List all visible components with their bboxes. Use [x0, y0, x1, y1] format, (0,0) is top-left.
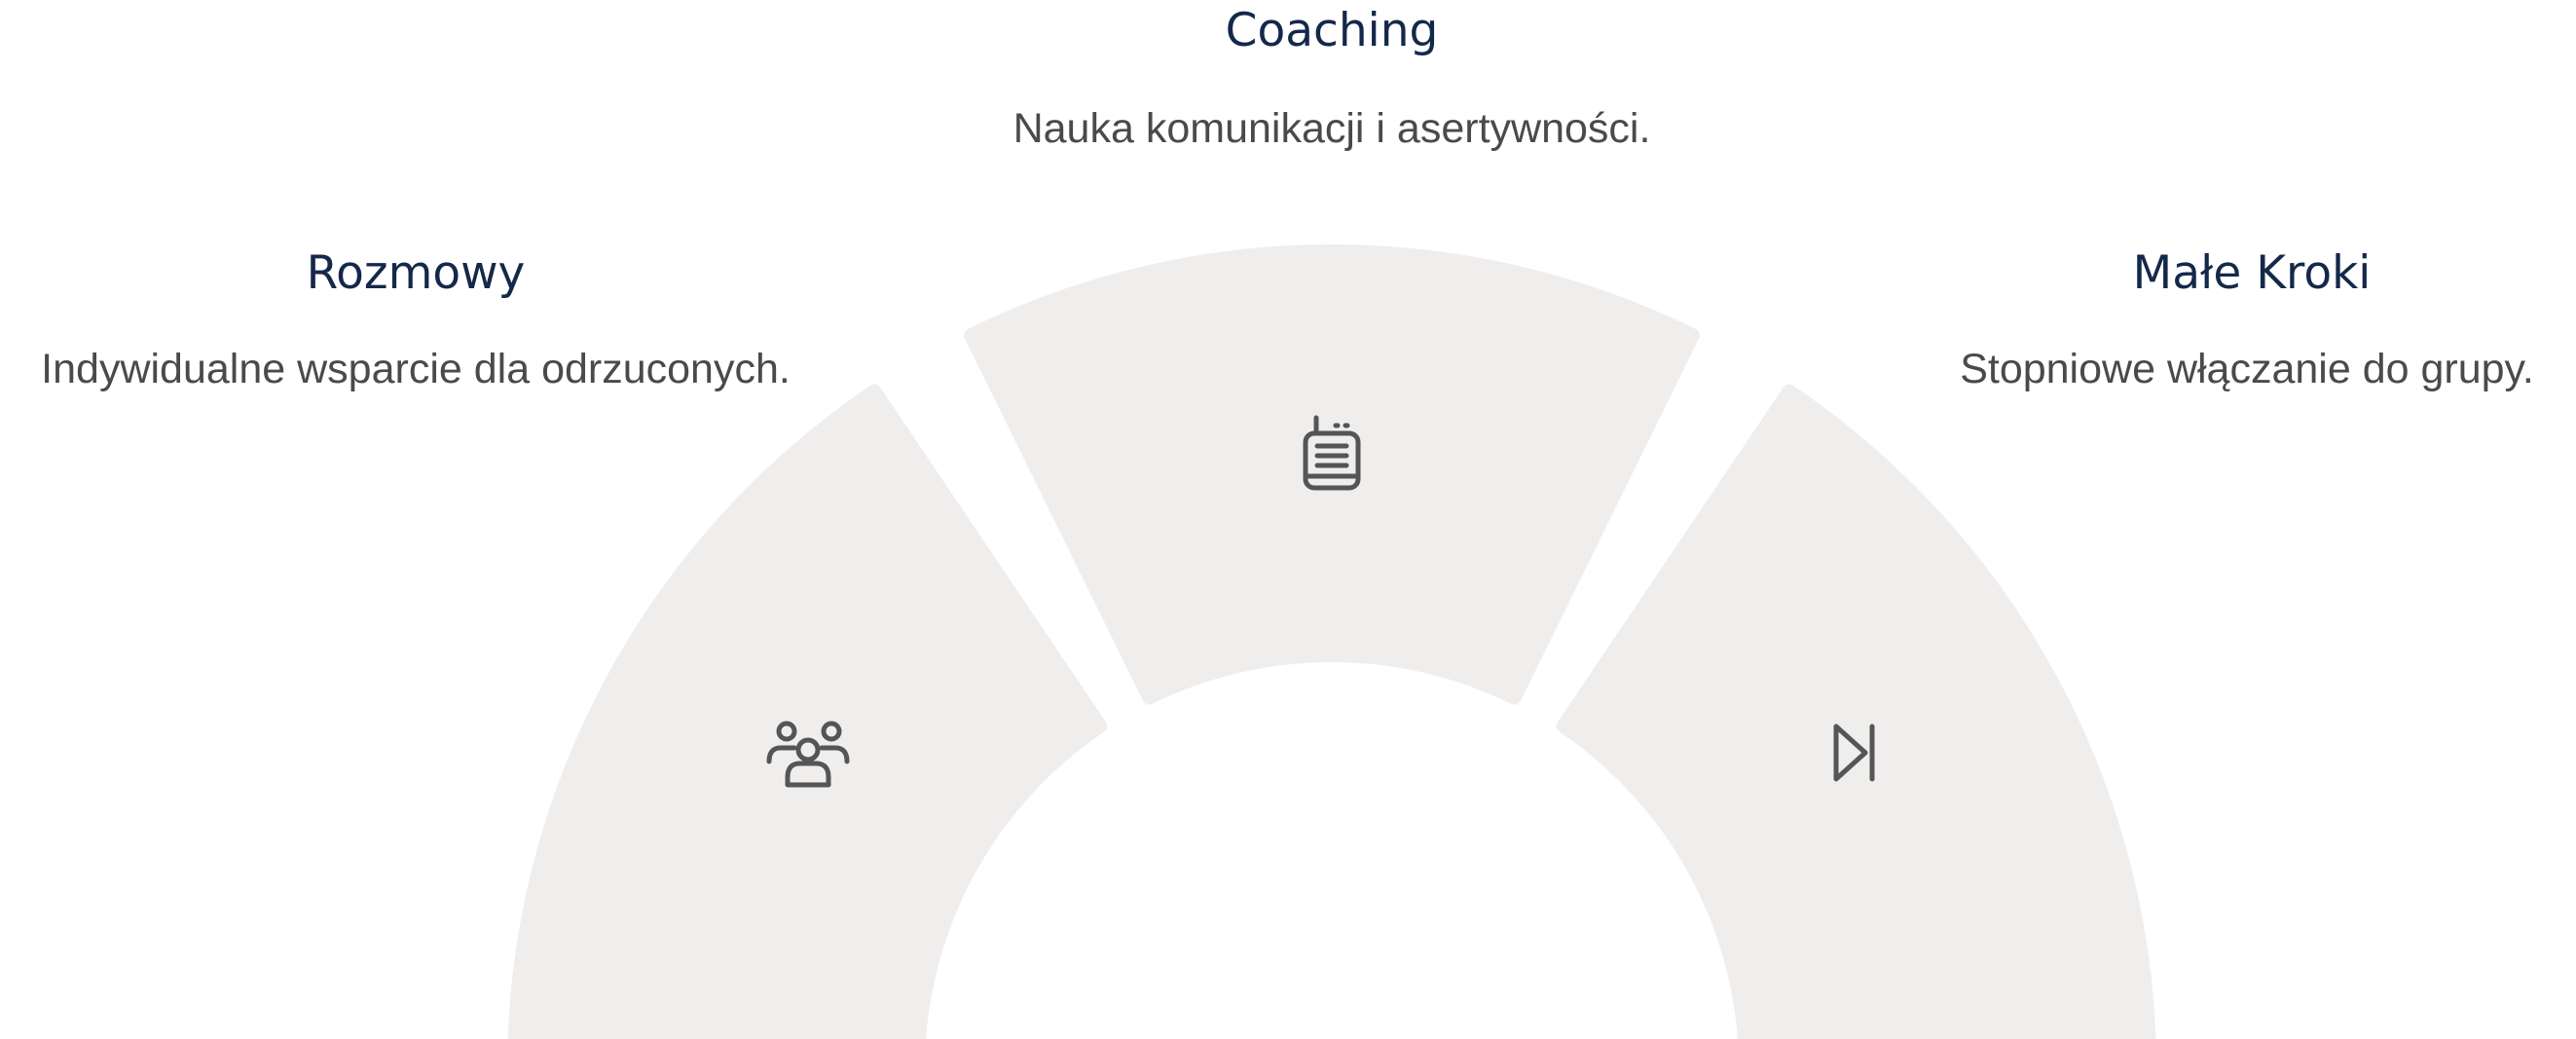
male-kroki-description: Stopniowe włączanie do grupy.	[1960, 346, 2534, 392]
segment-left	[507, 384, 1108, 1039]
segment-right	[1556, 384, 2156, 1039]
coaching-title: Coaching	[1225, 4, 1439, 57]
semicircle-diagram	[507, 244, 2156, 1039]
rozmowy-description: Indywidualne wsparcie dla odrzuconych.	[41, 346, 791, 392]
male-kroki-title: Małe Kroki	[2132, 246, 2372, 300]
rozmowy-title: Rozmowy	[306, 246, 526, 300]
coaching-description: Nauka komunikacji i asertywności.	[1012, 105, 1651, 152]
